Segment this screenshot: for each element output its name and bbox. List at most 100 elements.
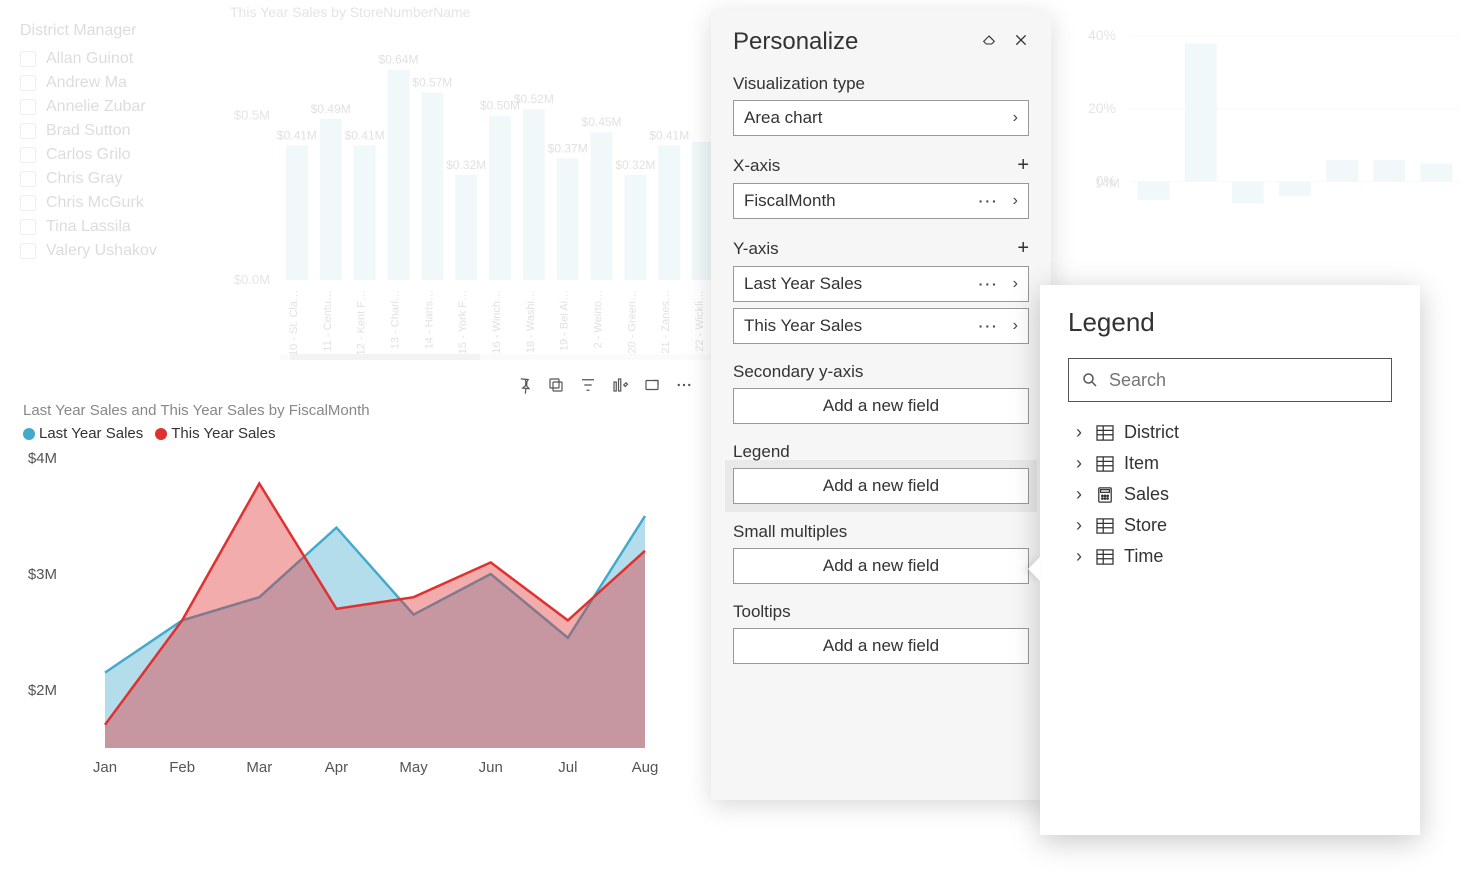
- svg-text:20 - Green…: 20 - Green…: [626, 290, 638, 354]
- bar-chart-title: This Year Sales by StoreNumberName: [230, 4, 730, 20]
- slicer-item-label: Chris Gray: [46, 170, 122, 188]
- viz-type-dropdown[interactable]: Area chart ›: [733, 100, 1029, 136]
- checkbox-icon[interactable]: [20, 219, 36, 235]
- tree-item-label: Store: [1124, 515, 1167, 536]
- svg-text:Aug: Aug: [632, 759, 659, 776]
- tree-item-label: District: [1124, 422, 1179, 443]
- add-yaxis-icon[interactable]: +: [1017, 237, 1029, 260]
- checkbox-icon[interactable]: [20, 243, 36, 259]
- slicer-item[interactable]: Chris McGurk: [20, 194, 220, 212]
- checkbox-icon[interactable]: [20, 51, 36, 67]
- svg-text:40%: 40%: [1088, 27, 1116, 43]
- slicer-item[interactable]: Andrew Ma: [20, 74, 220, 92]
- slicer-item-label: Carlos Grilo: [46, 146, 130, 164]
- tree-item-district[interactable]: › District: [1076, 422, 1392, 443]
- svg-text:Jul: Jul: [558, 759, 577, 776]
- svg-text:Mar: Mar: [246, 759, 272, 776]
- svg-text:20%: 20%: [1088, 100, 1116, 116]
- svg-text:15 - York F…: 15 - York F…: [457, 290, 469, 354]
- xaxis-value: FiscalMonth: [744, 191, 836, 211]
- search-icon: [1081, 371, 1099, 389]
- checkbox-icon[interactable]: [20, 195, 36, 211]
- yaxis-field-2[interactable]: This Year Sales ···›: [733, 308, 1029, 344]
- focus-mode-icon[interactable]: [643, 376, 661, 394]
- bar-chart-store-sales: This Year Sales by StoreNumberName $0.5M…: [210, 4, 730, 365]
- svg-text:19 - Bel Ai…: 19 - Bel Ai…: [559, 290, 571, 351]
- more-icon[interactable]: ···: [979, 276, 999, 292]
- slicer-item[interactable]: Tina Lassila: [20, 218, 220, 236]
- tree-item-time[interactable]: ›Time: [1076, 546, 1392, 567]
- secondary-yaxis-label: Secondary y-axis: [733, 362, 1029, 382]
- add-small-multiples-button[interactable]: Add a new field: [733, 548, 1029, 584]
- search-input[interactable]: [1109, 370, 1379, 391]
- yaxis-field-1[interactable]: Last Year Sales ···›: [733, 266, 1029, 302]
- svg-text:Apr: Apr: [325, 759, 348, 776]
- svg-text:14M: 14M: [1095, 176, 1120, 191]
- svg-text:$0.52M: $0.52M: [514, 92, 554, 106]
- add-xaxis-icon[interactable]: +: [1017, 154, 1029, 177]
- slicer-item-label: Brad Sutton: [46, 122, 131, 140]
- filter-icon[interactable]: [579, 376, 597, 394]
- slicer-item-label: Chris McGurk: [46, 194, 144, 212]
- checkbox-icon[interactable]: [20, 75, 36, 91]
- add-legend-button[interactable]: Add a new field: [733, 468, 1029, 504]
- tree-item-item[interactable]: ›Item: [1076, 453, 1392, 474]
- slicer-item[interactable]: Brad Sutton: [20, 122, 220, 140]
- svg-text:$2M: $2M: [28, 682, 57, 699]
- personalize-icon[interactable]: [611, 376, 629, 394]
- tooltips-label: Tooltips: [733, 602, 1029, 622]
- checkbox-icon[interactable]: [20, 171, 36, 187]
- slicer-item[interactable]: Chris Gray: [20, 170, 220, 188]
- yaxis-label: Y-axis+: [733, 237, 1029, 260]
- personalize-panel: Personalize Visualization type Area char…: [711, 10, 1051, 800]
- svg-text:18 - Washi…: 18 - Washi…: [525, 290, 537, 353]
- tree-item-label: Sales: [1124, 484, 1169, 505]
- svg-text:$0.37M: $0.37M: [548, 141, 588, 155]
- copy-icon[interactable]: [547, 376, 565, 394]
- add-tooltips-button[interactable]: Add a new field: [733, 628, 1029, 664]
- svg-text:$3M: $3M: [28, 566, 57, 583]
- flyout-title: Legend: [1068, 307, 1392, 338]
- svg-text:$4M: $4M: [28, 450, 57, 467]
- svg-text:$0.32M: $0.32M: [615, 158, 655, 172]
- tree-item-store[interactable]: › Store: [1076, 515, 1392, 536]
- slicer-item[interactable]: Valery Ushakov: [20, 242, 220, 260]
- svg-text:2 - Weirto…: 2 - Weirto…: [593, 290, 605, 348]
- svg-text:Feb: Feb: [169, 759, 195, 776]
- legend-section-label: Legend: [733, 442, 1029, 462]
- table-icon: [1096, 518, 1114, 534]
- more-options-icon[interactable]: [675, 376, 693, 394]
- more-icon[interactable]: ···: [979, 193, 999, 209]
- field-search-box[interactable]: [1068, 358, 1392, 402]
- close-icon[interactable]: [1013, 32, 1029, 53]
- table-icon: [1096, 549, 1114, 565]
- svg-text:14 - Harts…: 14 - Harts…: [423, 290, 435, 349]
- more-icon[interactable]: ···: [979, 318, 999, 334]
- checkbox-icon[interactable]: [20, 99, 36, 115]
- district-manager-slicer: District Manager Allan Guinot Andrew Ma An…: [20, 22, 220, 266]
- slicer-item-label: Allan Guinot: [46, 50, 133, 68]
- xaxis-field[interactable]: FiscalMonth ···›: [733, 183, 1029, 219]
- checkbox-icon[interactable]: [20, 147, 36, 163]
- slicer-item[interactable]: Allan Guinot: [20, 50, 220, 68]
- slicer-item[interactable]: Carlos Grilo: [20, 146, 220, 164]
- svg-text:16 - Winch…: 16 - Winch…: [491, 290, 503, 354]
- area-chart-legend: Last Year Sales This Year Sales: [23, 425, 703, 442]
- area-chart-visual[interactable]: Last Year Sales and This Year Sales by F…: [15, 370, 703, 805]
- clear-icon[interactable]: [981, 32, 997, 53]
- svg-text:$0.49M: $0.49M: [311, 102, 351, 116]
- svg-text:Jun: Jun: [479, 759, 503, 776]
- personalize-title: Personalize: [733, 28, 858, 56]
- pin-icon[interactable]: [515, 376, 533, 394]
- checkbox-icon[interactable]: [20, 123, 36, 139]
- tree-item-label: Item: [1124, 453, 1159, 474]
- chevron-right-icon: ›: [1013, 275, 1018, 293]
- slicer-item[interactable]: Annelie Zubar: [20, 98, 220, 116]
- slicer-title: District Manager: [20, 22, 220, 40]
- chevron-right-icon: ›: [1076, 422, 1086, 443]
- tree-item-sales[interactable]: ›Sales: [1076, 484, 1392, 505]
- add-secondary-yaxis-button[interactable]: Add a new field: [733, 388, 1029, 424]
- svg-text:21 - Zanes…: 21 - Zanes…: [660, 290, 672, 354]
- chevron-right-icon: ›: [1076, 515, 1086, 536]
- svg-text:$0.32M: $0.32M: [446, 158, 486, 172]
